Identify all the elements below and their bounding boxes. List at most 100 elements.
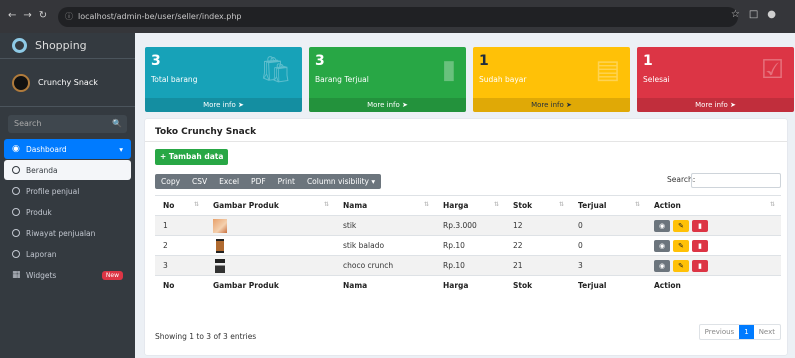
cell-nama: stik balado [335,235,435,256]
view-button[interactable]: ◉ [654,259,670,272]
circle-icon [12,229,20,237]
view-button[interactable]: ◉ [654,239,670,252]
user-panel[interactable]: Crunchy Snack [0,59,135,107]
delete-button[interactable]: ▮ [692,259,708,272]
circle-icon [12,187,20,195]
cell-stok: 12 [505,215,570,236]
table-row: 3 choco crunch Rp.10 21 3 ◉ ✎ ▮ [155,255,781,276]
previous-button[interactable]: Previous [700,325,740,339]
add-data-button[interactable]: + Tambah data [155,149,229,165]
info-box-total-barang: 3 Total barang 🛍 More info ➤ [145,47,302,112]
delete-button[interactable]: ▮ [692,239,708,252]
footer-gambar: Gambar Produk [205,275,335,296]
footer-terjual: Terjual [570,275,646,296]
view-button[interactable]: ◉ [654,219,670,232]
cell-terjual: 0 [570,215,646,236]
brand-text: Shopping [35,39,87,52]
sidebar-menu: ◉ Dashboard ▾ Beranda Profile penjual Pr… [0,139,135,285]
column-visibility-button[interactable]: Column visibility ▾ [301,174,381,189]
more-info-label: More info [531,101,564,109]
more-info-link[interactable]: More info ➤ [309,98,466,112]
arrow-circle-right-icon: ➤ [566,101,572,109]
col-header-action[interactable]: Action ⇅ [646,195,781,216]
info-boxes: 3 Total barang 🛍 More info ➤ 3 Barang Te… [145,47,794,112]
more-info-link[interactable]: More info ➤ [637,98,794,112]
sidebar-item-label: Riwayat penjualan [26,228,96,238]
header-label: No [163,201,175,210]
sidebar-item-label: Profile penjual [26,186,80,196]
sidebar-item-produk[interactable]: Produk [4,202,131,222]
box-label: Sudah bayar [479,75,527,84]
address-bar[interactable]: ⓘ localhost/admin-be/user/seller/index.p… [58,7,738,27]
entries-info: Showing 1 to 3 of 3 entries [155,332,257,341]
cell-harga: Rp.10 [435,235,505,256]
caret-down-icon: ▾ [371,177,376,186]
circle-icon [12,250,20,258]
box-number: 1 [479,53,489,69]
product-image [213,218,227,233]
brand[interactable]: Shopping [0,33,135,59]
sidebar-item-label: Dashboard [26,144,67,154]
search-icon[interactable]: 🔍 [107,115,127,133]
sidebar-search: Search 🔍 [8,115,127,133]
sidebar-item-dashboard[interactable]: ◉ Dashboard ▾ [4,139,131,159]
more-info-link[interactable]: More info ➤ [145,98,302,112]
pdf-button[interactable]: PDF [245,174,272,189]
card-title: Toko Crunchy Snack [155,127,257,137]
footer-no: No [155,275,205,296]
cell-action: ◉ ✎ ▮ [646,255,781,276]
datatable-buttons: Copy CSV Excel PDF Print Column visibili… [155,174,382,189]
sidebar-item-widgets[interactable]: ▦ Widgets New [4,265,131,285]
edit-button[interactable]: ✎ [673,219,689,232]
header-label: Terjual [578,201,607,210]
header-label: Harga [443,201,469,210]
cell-stok: 22 [505,235,570,256]
header-label: Stok [513,201,533,210]
more-info-link[interactable]: More info ➤ [473,98,630,112]
sidebar-item-profile[interactable]: Profile penjual [4,181,131,201]
sort-icon: ⇅ [323,201,329,208]
sort-icon: ⇅ [769,201,775,208]
cell-nama: choco crunch [335,255,435,276]
box-number: 3 [315,53,325,69]
browser-nav[interactable]: ←→↻ [8,10,54,21]
col-header-no[interactable]: No ⇅ [155,195,205,216]
brand-logo-icon [12,38,27,53]
sidebar-item-beranda[interactable]: Beranda [4,160,131,180]
footer-harga: Harga [435,275,505,296]
info-box-sudah-bayar: 1 Sudah bayar ▤ More info ➤ [473,47,630,112]
excel-button[interactable]: Excel [213,174,245,189]
col-header-gambar[interactable]: Gambar Produk ⇅ [205,195,335,216]
eye-icon: ◉ [658,221,666,230]
col-header-stok[interactable]: Stok ⇅ [505,195,570,216]
search-input[interactable]: Search [8,115,107,133]
sidebar-item-laporan[interactable]: Laporan [4,244,131,264]
cell-action: ◉ ✎ ▮ [646,215,781,236]
page-1-button[interactable]: 1 [739,325,754,339]
col-header-nama[interactable]: Nama ⇅ [335,195,435,216]
copy-button[interactable]: Copy [155,174,186,189]
cell-harga: Rp.10 [435,255,505,276]
footer-stok: Stok [505,275,570,296]
col-header-terjual[interactable]: Terjual ⇅ [570,195,646,216]
sidebar-item-label: Laporan [26,249,57,259]
csv-button[interactable]: CSV [186,174,213,189]
delete-button[interactable]: ▮ [692,219,708,232]
browser-actions[interactable]: ☆□● [731,9,785,20]
more-info-label: More info [367,101,400,109]
print-button[interactable]: Print [272,174,301,189]
table-search-input[interactable] [691,173,781,188]
site-info-icon[interactable]: ⓘ [65,7,73,27]
eye-icon: ◉ [658,261,666,270]
cell-stok: 21 [505,255,570,276]
edit-button[interactable]: ✎ [673,259,689,272]
next-button[interactable]: Next [754,325,780,339]
sort-icon: ⇅ [193,201,199,208]
sidebar-item-riwayat[interactable]: Riwayat penjualan [4,223,131,243]
arrow-circle-right-icon: ➤ [730,101,736,109]
edit-button[interactable]: ✎ [673,239,689,252]
col-header-harga[interactable]: Harga ⇅ [435,195,505,216]
credit-card-icon: ▤ [595,55,620,85]
header-label: Nama [343,201,368,210]
product-image [216,238,224,253]
